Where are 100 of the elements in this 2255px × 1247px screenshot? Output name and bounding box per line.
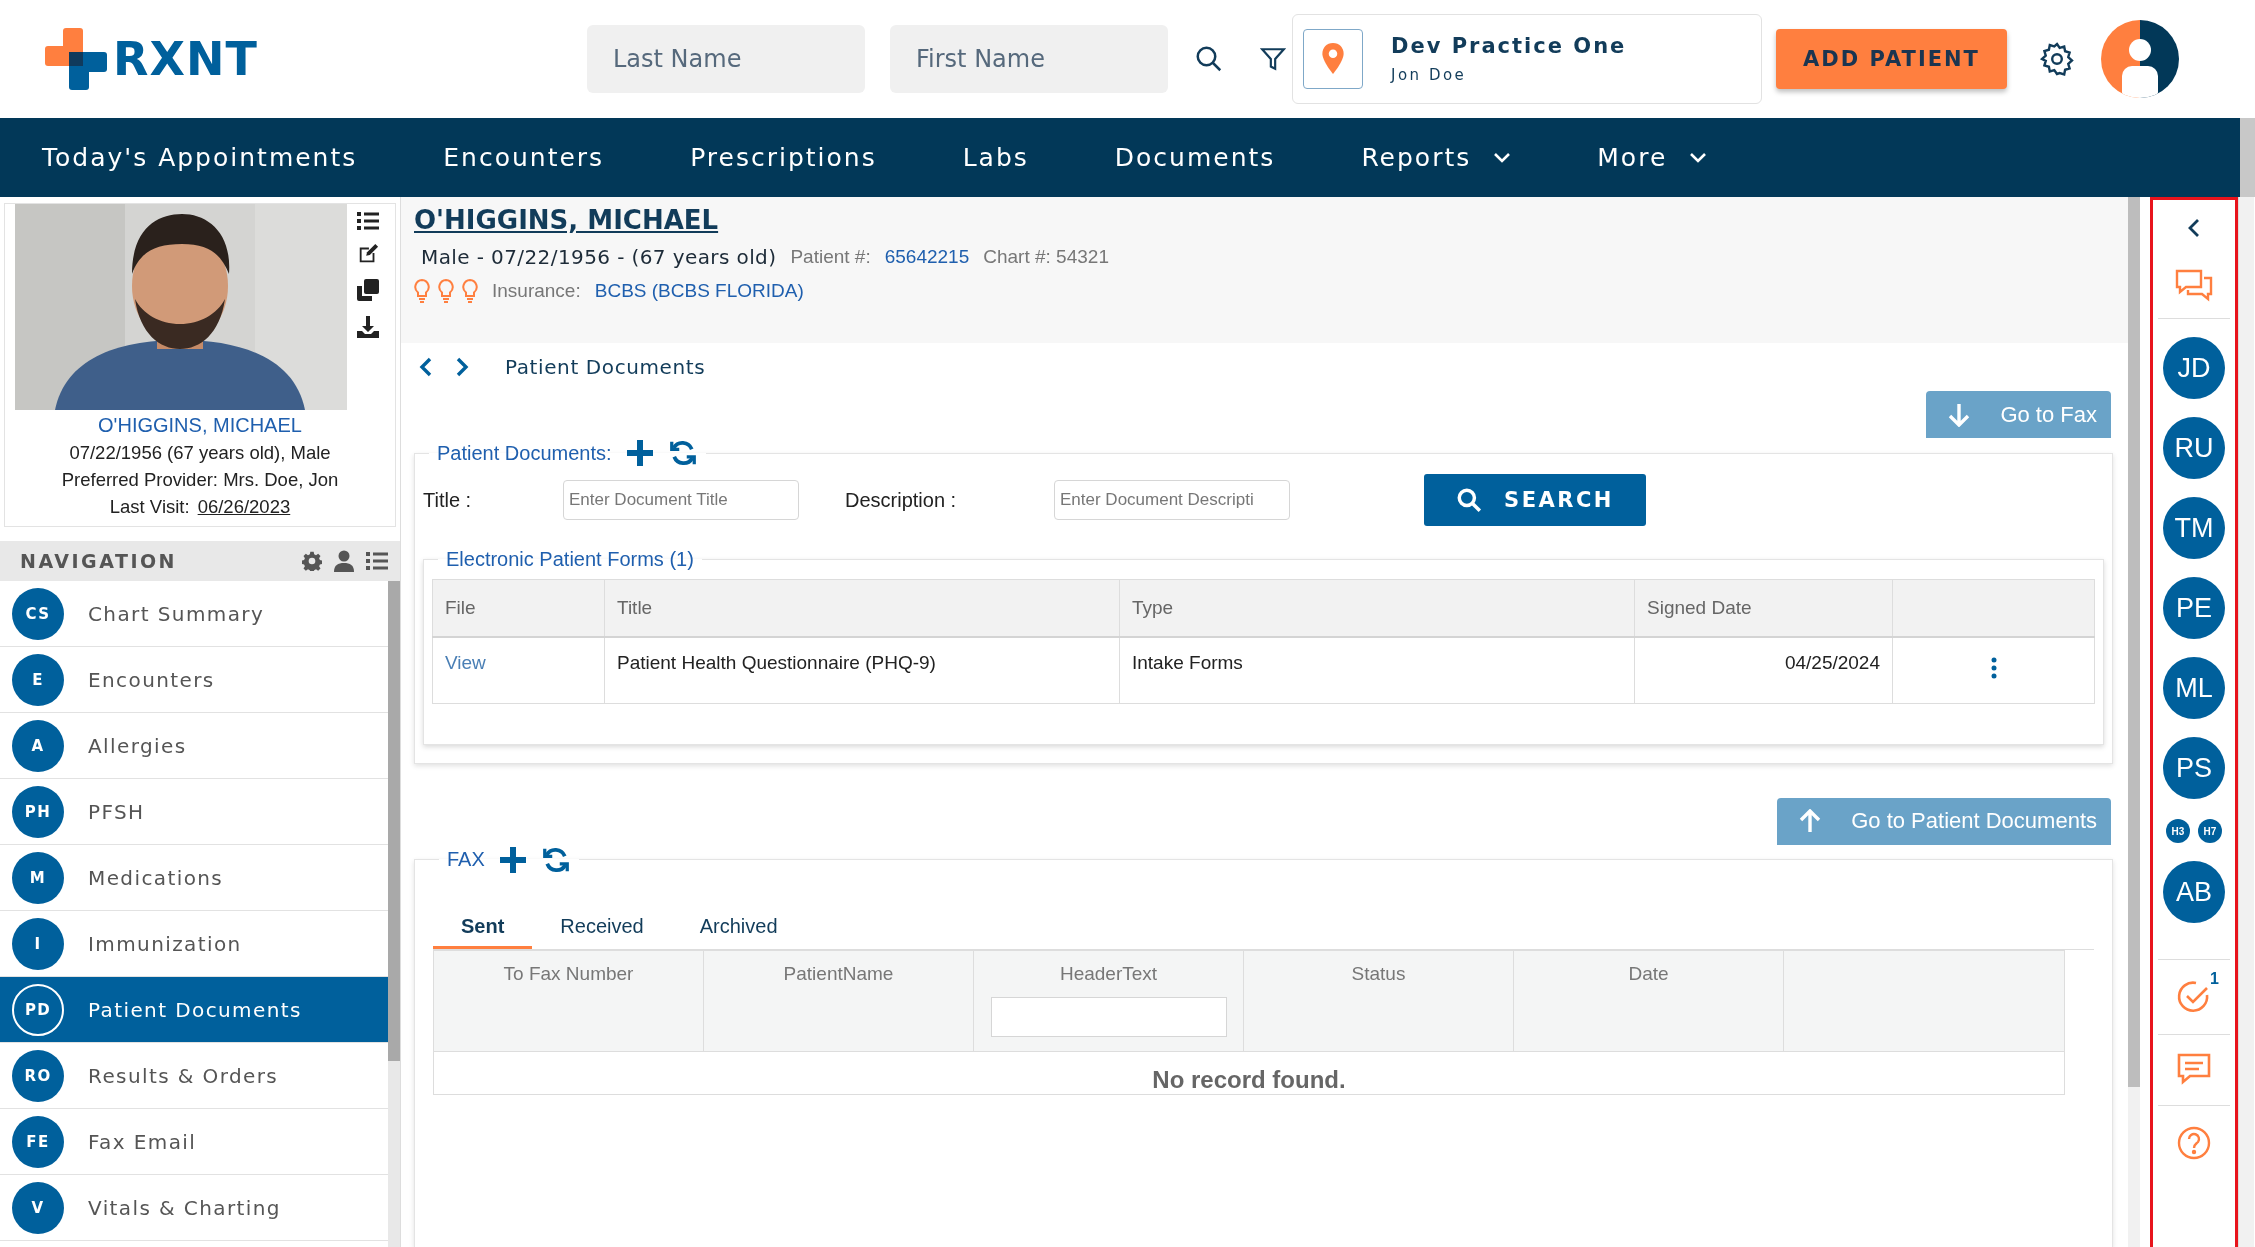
tab[interactable]: Archived: [671, 906, 806, 949]
patient-name[interactable]: O'HIGGINS, MICHAEL: [414, 205, 719, 235]
location-pin-icon: [1320, 42, 1346, 76]
patient-name[interactable]: O'HIGGINS, MICHAEL: [98, 414, 302, 437]
logo-text: RXNT: [113, 32, 258, 86]
download-icon[interactable]: [356, 315, 380, 339]
nav-badge: CS: [12, 587, 64, 640]
menu-item[interactable]: Labs: [962, 143, 1029, 172]
chart-number: Chart #: 54321: [983, 246, 1109, 268]
practice-name: Dev Practice One: [1391, 34, 1627, 58]
field-label: Description :: [845, 488, 958, 512]
view-link[interactable]: View: [445, 652, 486, 673]
column-header: HeaderText: [1059, 962, 1158, 985]
last-visit-label: Last Visit:: [109, 496, 190, 518]
list-icon[interactable]: [357, 212, 379, 230]
user-avatar[interactable]: ML: [2163, 657, 2225, 719]
logo-icon: [45, 28, 107, 90]
empty-message: No record found.: [1152, 1065, 1346, 1094]
user-icon[interactable]: [334, 550, 354, 572]
back-icon[interactable]: [419, 357, 433, 377]
tab[interactable]: Sent: [433, 906, 533, 949]
nav-item[interactable]: PD Patient Documents: [0, 977, 388, 1043]
user-avatar[interactable]: RU: [2163, 417, 2225, 479]
user-avatar[interactable]: H3: [2166, 819, 2190, 843]
collapse-icon[interactable]: [2187, 218, 2201, 238]
menu-item[interactable]: Reports: [1361, 143, 1512, 172]
caret-icon: [1493, 151, 1512, 164]
user-avatar[interactable]: PS: [2163, 737, 2225, 799]
task-count: 1: [2210, 970, 2219, 988]
nav-badge: M: [12, 851, 64, 904]
table-cell: 04/25/2024: [1634, 637, 1893, 703]
scrollbar[interactable]: [2128, 197, 2140, 1247]
preferred-provider: Preferred Provider: Mrs. Doe, Jon: [61, 469, 339, 491]
first-name-field[interactable]: First Name: [890, 25, 1168, 93]
section-title: Patient Documents:: [437, 441, 612, 465]
more-icon[interactable]: [1990, 656, 1997, 679]
insurance-link[interactable]: BCBS (BCBS FLORIDA): [594, 280, 804, 302]
user-avatar[interactable]: JD: [2163, 337, 2225, 399]
column-header: PatientName: [783, 962, 894, 985]
patient-number-label: Patient #:: [790, 246, 871, 268]
edit-icon[interactable]: [357, 243, 379, 265]
nav-badge: E: [12, 653, 64, 706]
title-field[interactable]: Enter Document Title: [563, 480, 799, 520]
scrollbar[interactable]: [2238, 197, 2254, 1247]
list-icon[interactable]: [366, 552, 388, 570]
last-name-field[interactable]: Last Name: [587, 25, 865, 93]
table-cell: Intake Forms: [1119, 637, 1635, 703]
patient-number[interactable]: 65642215: [884, 246, 970, 268]
user-name: Jon Doe: [1391, 66, 1468, 84]
nav-badge: RO: [12, 1049, 64, 1102]
nav-badge: PD: [12, 983, 64, 1036]
description-field[interactable]: Enter Document Descripti: [1054, 480, 1290, 520]
user-avatar[interactable]: PE: [2163, 577, 2225, 639]
user-avatar[interactable]: H7: [2198, 819, 2222, 843]
refresh-icon[interactable]: [667, 438, 698, 468]
menu-item[interactable]: Prescriptions: [690, 143, 877, 172]
column-header: File: [432, 579, 605, 637]
nav-badge: I: [12, 917, 64, 970]
filter-field[interactable]: [990, 996, 1227, 1037]
field-label: Title :: [423, 488, 473, 512]
menu-item[interactable]: Documents: [1114, 143, 1276, 172]
copy-icon[interactable]: [356, 278, 380, 302]
menu-item[interactable]: Encounters: [443, 143, 605, 172]
page-title: Patient Documents: [505, 355, 706, 379]
section-title: Electronic Patient Forms (1): [446, 548, 694, 571]
user-avatar[interactable]: TM: [2163, 497, 2225, 559]
add-icon[interactable]: [498, 845, 527, 874]
settings-icon[interactable]: [2039, 41, 2075, 77]
settings-icon[interactable]: [302, 551, 322, 571]
column-header: Title: [604, 579, 1120, 637]
navigation-title: NAVIGATION: [20, 550, 178, 572]
caret-icon: [1689, 151, 1708, 164]
column-header: Status: [1351, 962, 1406, 985]
practice-selector[interactable]: Dev Practice One Jon Doe: [1292, 14, 1762, 104]
add-icon[interactable]: [625, 439, 654, 467]
patient-details: 07/22/1956 (67 years old), Male: [69, 442, 331, 464]
table-cell: Patient Health Questionnaire (PHQ-9): [604, 637, 1120, 703]
add-patient-button[interactable]: ADD PATIENT: [1776, 29, 2007, 89]
search-icon[interactable]: [1194, 44, 1224, 74]
insurance-label: Insurance:: [492, 280, 581, 302]
column-header: Type: [1119, 579, 1635, 637]
column-header: To Fax Number: [503, 962, 634, 985]
menu-item[interactable]: Today's Appointments: [42, 143, 358, 172]
column-header: Date: [1628, 962, 1669, 985]
nav-badge: FE: [12, 1115, 64, 1168]
forward-icon[interactable]: [455, 357, 469, 377]
tab[interactable]: Received: [532, 906, 672, 949]
search-button[interactable]: SEARCH: [1424, 474, 1646, 526]
last-visit-link[interactable]: 06/26/2023: [197, 496, 291, 518]
column-header: Signed Date: [1634, 579, 1893, 637]
down-arrow-icon: [1948, 402, 1971, 427]
demographics: Male - 07/22/1956 - (67 years old): [421, 245, 777, 269]
up-arrow-icon: [1799, 809, 1822, 833]
section-title: FAX: [447, 848, 485, 871]
user-avatar[interactable]: AB: [2163, 861, 2225, 923]
scrollbar[interactable]: [388, 581, 400, 1247]
avatar-icon[interactable]: [2101, 20, 2179, 98]
nav-badge: A: [12, 719, 64, 772]
nav-badge: V: [12, 1181, 64, 1234]
menu-item[interactable]: More: [1597, 143, 1708, 172]
